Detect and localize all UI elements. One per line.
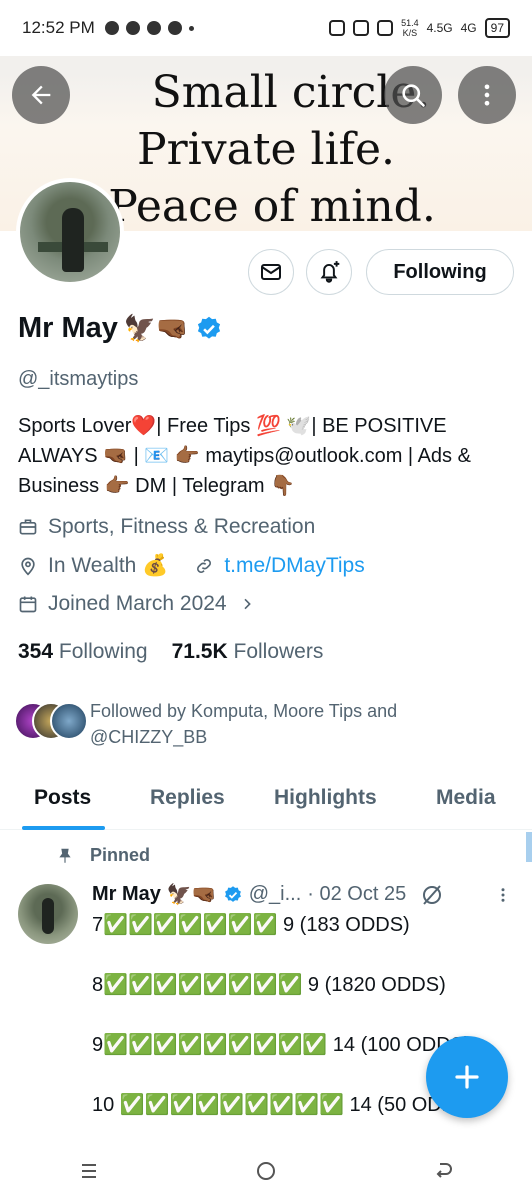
pin-icon (59, 848, 71, 863)
tab-posts[interactable]: Posts (34, 772, 91, 810)
briefcase-icon (19, 519, 37, 535)
snapchat-icon (146, 21, 161, 35)
scrollbar[interactable] (526, 832, 532, 862)
chat-icon (104, 21, 119, 35)
active-tab-indicator (22, 826, 105, 830)
profile-location-link-row: In Wealth 💰 t.me/DMayTips (18, 554, 365, 578)
display-name: Mr May (18, 312, 118, 344)
notifications-button[interactable] (306, 249, 352, 295)
tab-highlights[interactable]: Highlights (274, 772, 377, 810)
post-author-handle: @_i... (248, 883, 302, 905)
grok-icon[interactable] (420, 883, 444, 907)
signal-4-5g: 4.5G (426, 21, 453, 35)
following-count[interactable]: 354 Following (18, 640, 148, 664)
profile-avatar[interactable] (16, 178, 124, 286)
followed-by-avatars (14, 698, 88, 740)
followed-by[interactable]: Followed by Komputa, Moore Tips and @CHI… (14, 698, 450, 750)
profile-joined[interactable]: Joined March 2024 (18, 592, 265, 616)
profile-location: In Wealth 💰 (48, 554, 169, 577)
envelope-icon (261, 264, 281, 280)
verified-badge-icon (224, 885, 241, 902)
tab-media[interactable]: Media (436, 772, 496, 810)
more-vertical-icon (484, 84, 490, 106)
system-status: 51.4 K/S 4.5G 4G 97 (329, 18, 510, 38)
tab-replies[interactable]: Replies (150, 772, 225, 810)
status-time: 12:52 PM (22, 18, 95, 37)
profile-name-row: Mr May 🦅🤜🏾 (18, 312, 223, 345)
battery-indicator: 97 (484, 18, 510, 38)
pinned-label: Pinned (56, 845, 150, 866)
telegram-icon (167, 21, 182, 35)
compose-post-button[interactable] (426, 1036, 508, 1118)
recent-apps-icon[interactable] (77, 1159, 101, 1183)
post-author-emojis: 🦅🤜🏾 (166, 884, 217, 906)
name-emojis: 🦅🤜🏾 (123, 313, 189, 343)
nfc-icon (353, 20, 370, 36)
profile-handle: @_itsmaytips (18, 368, 139, 390)
back-nav-icon[interactable] (431, 1159, 455, 1183)
messenger-icon (125, 21, 140, 35)
mute-icon (377, 20, 394, 36)
followed-by-text: Followed by Komputa, Moore Tips and @CHI… (90, 701, 398, 747)
search-icon (402, 84, 425, 107)
profile-tabs: Posts Replies Highlights Media (0, 772, 532, 830)
post-author-avatar[interactable] (18, 884, 78, 944)
status-bar: 12:52 PM 51.4 K/S 4.5G 4G 97 (0, 0, 532, 56)
more-notifications-icon (188, 25, 194, 31)
bell-plus-icon (320, 261, 340, 283)
verified-badge-icon[interactable] (195, 315, 223, 343)
more-options-button[interactable] (458, 66, 516, 124)
search-button[interactable] (384, 66, 442, 124)
following-button[interactable]: Following (366, 249, 514, 295)
followers-count[interactable]: 71.5K Followers (172, 640, 324, 664)
profile-stats: 354 Following 71.5K Followers (18, 640, 323, 664)
message-button[interactable] (248, 249, 294, 295)
arrow-left-icon (31, 85, 51, 105)
post-date: · 02 Oct 25 (307, 883, 407, 905)
profile-bio: Sports Lover❤️| Free Tips 💯 🕊️| BE POSIT… (18, 415, 471, 497)
map-pin-icon (21, 557, 35, 576)
notification-icons (104, 21, 194, 35)
link-icon (197, 559, 212, 573)
home-icon[interactable] (254, 1159, 278, 1183)
plus-icon (455, 1065, 479, 1089)
post-header: Mr May 🦅🤜🏾 @_i... · 02 Oct 25 (92, 882, 512, 907)
avatar (50, 702, 88, 740)
signal-4g: 4G (460, 21, 477, 35)
profile-category: Sports, Fitness & Recreation (18, 515, 315, 539)
profile-link[interactable]: t.me/DMayTips (224, 554, 364, 578)
back-button[interactable] (12, 66, 70, 124)
network-speed: 51.4 K/S (401, 18, 419, 38)
system-navigation-bar (0, 1142, 532, 1200)
post-author-name[interactable]: Mr May (92, 883, 161, 906)
alarm-icon (329, 20, 346, 36)
chevron-right-icon (244, 598, 251, 610)
more-vertical-icon[interactable] (494, 886, 512, 904)
calendar-icon (19, 596, 37, 613)
